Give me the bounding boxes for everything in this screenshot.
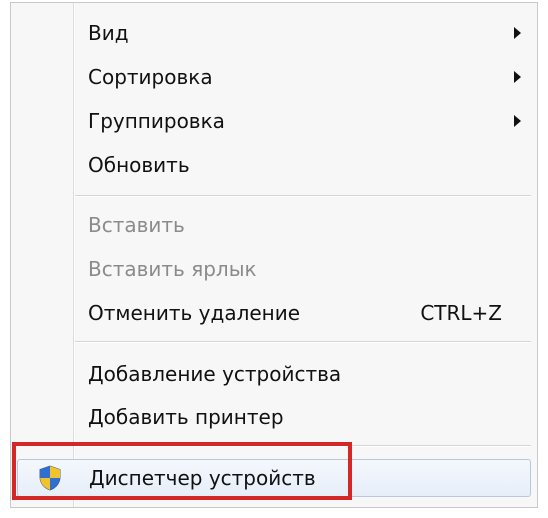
menu-item-device-manager[interactable]: Диспетчер устройств: [17, 459, 531, 497]
menu-item-add-printer[interactable]: Добавить принтер: [11, 395, 537, 439]
menu-item-label: Группировка: [88, 109, 225, 133]
menu-item-label: Обновить: [88, 153, 190, 177]
menu-item-label: Отменить удаление: [88, 301, 301, 325]
context-menu: Вид Сортировка Группировка Обновить Вста…: [10, 2, 538, 508]
menu-item-label: Вставить ярлык: [88, 257, 257, 281]
submenu-arrow-icon: [514, 27, 521, 39]
menu-item-add-device[interactable]: Добавление устройства: [11, 352, 537, 396]
menu-item-undo-delete[interactable]: Отменить удаление CTRL+Z: [11, 291, 537, 335]
submenu-arrow-icon: [514, 71, 521, 83]
menu-separator: [75, 341, 531, 343]
shortcut-text: CTRL+Z: [420, 301, 502, 325]
menu-item-group[interactable]: Группировка: [11, 99, 537, 143]
menu-item-sort[interactable]: Сортировка: [11, 55, 537, 99]
menu-item-paste: Вставить: [11, 203, 537, 247]
menu-item-label: Вид: [88, 21, 129, 45]
menu-item-label: Добавление устройства: [88, 362, 342, 386]
menu-separator: [75, 445, 531, 447]
submenu-arrow-icon: [514, 115, 521, 127]
menu-item-label: Добавить принтер: [88, 405, 284, 429]
menu-item-view[interactable]: Вид: [11, 11, 537, 55]
menu-item-paste-shortcut: Вставить ярлык: [11, 247, 537, 291]
menu-item-label: Сортировка: [88, 65, 213, 89]
menu-item-refresh[interactable]: Обновить: [11, 143, 537, 187]
uac-shield-icon: [39, 465, 61, 491]
menu-item-label: Вставить: [88, 213, 185, 237]
menu-item-label: Диспетчер устройств: [89, 466, 316, 490]
menu-separator: [75, 195, 531, 197]
